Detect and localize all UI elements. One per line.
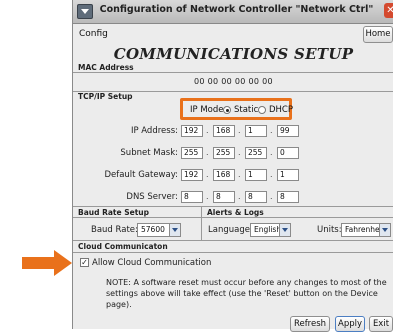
allow-cloud-label: Allow Cloud Communication (92, 258, 212, 268)
reset-note-line-1: NOTE: A software reset must occur before… (106, 278, 387, 287)
subnet-mask-octet-2[interactable]: 255 (213, 147, 235, 159)
dhcp-radio[interactable] (258, 106, 266, 114)
default-gateway-octet-1[interactable]: 192 (181, 169, 203, 181)
chevron-down-icon (279, 224, 290, 236)
subnet-mask-octet-3[interactable]: 255 (245, 147, 267, 159)
page-title: COMMUNICATIONS SETUP (113, 45, 354, 63)
divider (73, 217, 393, 218)
ip-mode-highlight: IP Mode: Static DHCP (180, 98, 293, 120)
alerts-logs-label: Alerts & Logs (207, 208, 264, 217)
menu-config[interactable]: Config (79, 29, 108, 39)
subnet-mask-octet-4[interactable]: 0 (277, 147, 299, 159)
dns-server-octet-4[interactable]: 8 (277, 191, 299, 203)
default-gateway-octet-3[interactable]: 1 (245, 169, 267, 181)
ip-address-octet-4[interactable]: 99 (277, 125, 299, 137)
divider (201, 206, 202, 240)
baud-rate-label: Baud Rate: (91, 225, 138, 235)
dhcp-radio-label: DHCP (269, 105, 293, 115)
baud-rate-value: 57600 (141, 225, 165, 234)
window-menu-icon[interactable] (77, 4, 93, 19)
ip-address-label: IP Address: (130, 126, 178, 136)
units-label: Units: (317, 225, 342, 235)
refresh-button[interactable]: Refresh (290, 316, 330, 332)
dns-server-octet-1[interactable]: 8 (181, 191, 203, 203)
home-button[interactable]: Home (363, 26, 393, 43)
exit-button[interactable]: Exit (369, 316, 393, 332)
dns-server-octet-2[interactable]: 8 (213, 191, 235, 203)
reset-note-line-2: settings above will take effect (use the… (106, 289, 378, 309)
divider (73, 72, 393, 73)
divider (73, 206, 393, 207)
reset-note: NOTE: A software reset must occur before… (106, 277, 388, 310)
mac-address-value: 00 00 00 00 00 00 (194, 77, 273, 86)
units-select[interactable]: Fahrenheit (341, 223, 391, 237)
static-radio-label: Static (234, 105, 259, 115)
allow-cloud-checkbox[interactable]: ✓ (80, 258, 89, 267)
divider (73, 252, 393, 253)
dns-server-label: DNS Server: (126, 192, 178, 202)
window-title: Configuration of Network Controller "Net… (99, 4, 374, 15)
menu-bar: Config (73, 24, 393, 45)
default-gateway-octet-4[interactable]: 1 (277, 169, 299, 181)
static-radio[interactable] (223, 106, 231, 114)
default-gateway-octet-2[interactable]: 168 (213, 169, 235, 181)
divider (73, 240, 393, 241)
ip-mode-label: IP Mode: (190, 105, 227, 115)
language-value: English (254, 225, 282, 234)
mac-address-label: MAC Address (78, 63, 134, 72)
chevron-down-icon (169, 224, 180, 236)
chevron-down-icon (379, 224, 390, 236)
subnet-mask-label: Subnet Mask: (120, 148, 178, 158)
config-window: Configuration of Network Controller "Net… (72, 0, 393, 332)
baud-rate-select[interactable]: 57600 (137, 223, 181, 237)
subnet-mask-octet-1[interactable]: 255 (181, 147, 203, 159)
language-select[interactable]: English (250, 223, 291, 237)
callout-arrow (22, 250, 74, 276)
title-bar: Configuration of Network Controller "Net… (73, 0, 393, 24)
ip-address-octet-1[interactable]: 192 (181, 125, 203, 137)
ip-address-octet-3[interactable]: 1 (245, 125, 267, 137)
cloud-communication-label: Cloud Communicaton (78, 242, 168, 251)
baud-rate-setup-label: Baud Rate Setup (78, 208, 149, 217)
language-label: Language: (208, 225, 253, 235)
ip-address-octet-2[interactable]: 168 (213, 125, 235, 137)
default-gateway-label: Default Gateway: (104, 170, 178, 180)
dns-server-octet-3[interactable]: 8 (245, 191, 267, 203)
apply-button[interactable]: Apply (335, 316, 365, 332)
tcpip-setup-label: TCP/IP Setup (78, 92, 133, 101)
close-icon[interactable]: ✕ (384, 3, 393, 18)
